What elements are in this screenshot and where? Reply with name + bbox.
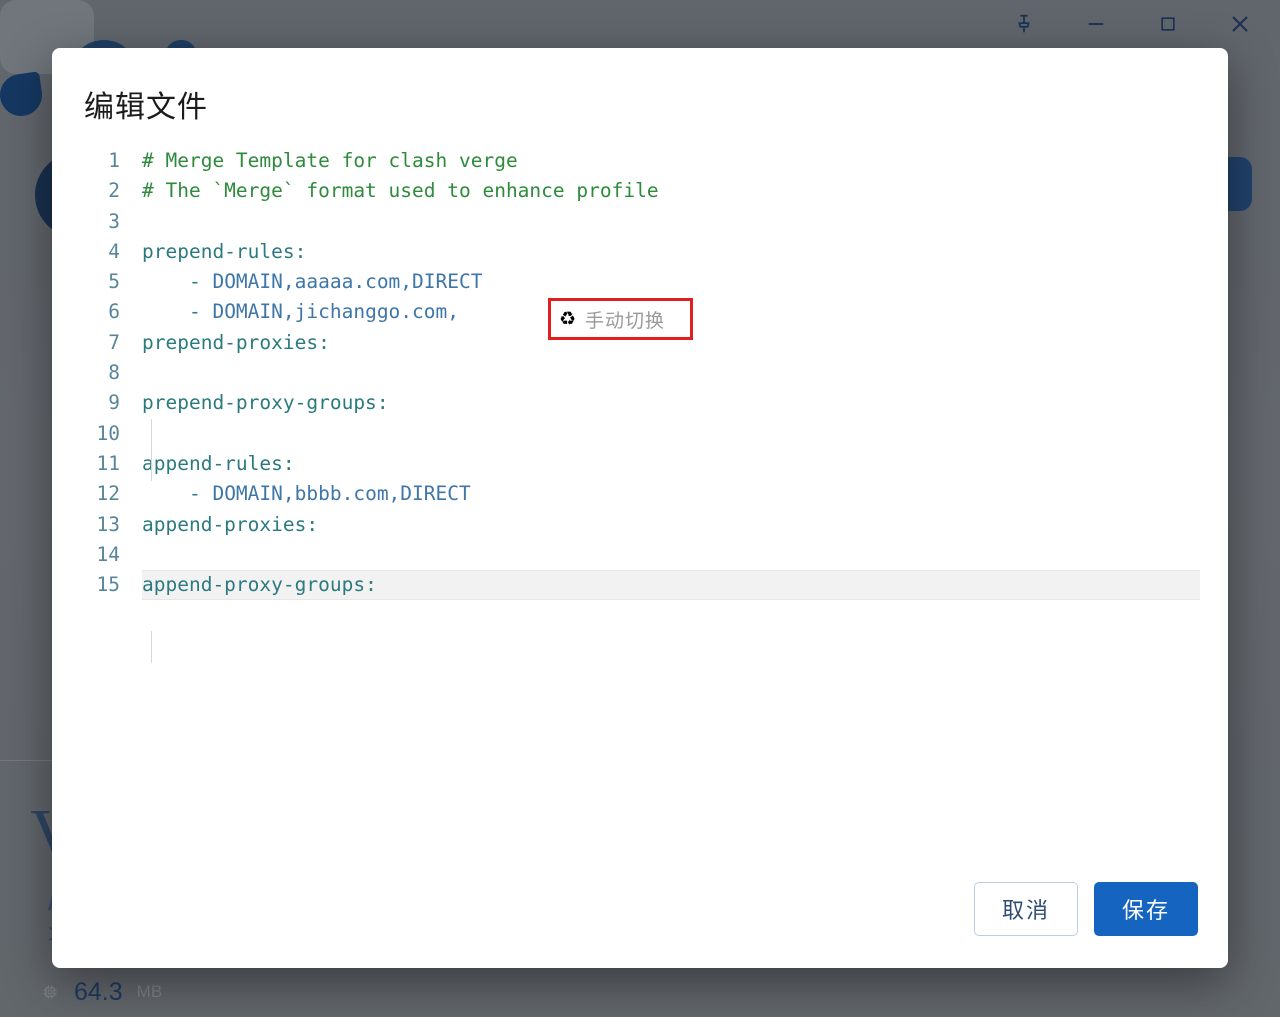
line-number: 5	[80, 267, 142, 297]
line-text: prepend-rules:	[142, 237, 306, 267]
code-line[interactable]: 10	[80, 419, 1200, 449]
code-line[interactable]: 4prepend-rules:	[80, 237, 1200, 267]
line-text: - DOMAIN,aaaaa.com,DIRECT	[142, 267, 482, 297]
line-number: 8	[80, 358, 142, 388]
save-button[interactable]: 保存	[1094, 882, 1198, 936]
dialog-footer: 取消 保存	[52, 882, 1228, 968]
line-number: 13	[80, 510, 142, 540]
code-line[interactable]: 3	[80, 207, 1200, 237]
code-editor[interactable]: 1# Merge Template for clash verge2# The …	[80, 146, 1200, 882]
annotation-label: 手动切换	[585, 306, 665, 333]
cancel-button[interactable]: 取消	[974, 882, 1078, 936]
line-text: - DOMAIN,jichanggo.com,	[142, 297, 459, 327]
line-number: 15	[80, 570, 142, 600]
code-line[interactable]: 15append-proxy-groups:	[80, 570, 1200, 600]
line-text: prepend-proxy-groups:	[142, 388, 389, 418]
code-line[interactable]: 11append-rules:	[80, 449, 1200, 479]
recycle-icon: ♻	[559, 310, 576, 329]
annotation-highlight-box: ♻ 手动切换	[548, 298, 693, 340]
line-text: # The `Merge` format used to enhance pro…	[142, 176, 659, 206]
edit-file-dialog: 编辑文件 1# Merge Template for clash verge2#…	[52, 48, 1228, 968]
line-text: append-proxy-groups:	[142, 570, 377, 600]
code-line[interactable]: 8	[80, 358, 1200, 388]
line-text: prepend-proxies:	[142, 328, 330, 358]
line-number: 4	[80, 237, 142, 267]
line-number: 9	[80, 388, 142, 418]
code-line[interactable]: 9prepend-proxy-groups:	[80, 388, 1200, 418]
code-line[interactable]: 13append-proxies:	[80, 510, 1200, 540]
code-line[interactable]: 2# The `Merge` format used to enhance pr…	[80, 176, 1200, 206]
line-number: 10	[80, 419, 142, 449]
line-number: 12	[80, 479, 142, 509]
line-number: 7	[80, 328, 142, 358]
line-number: 2	[80, 176, 142, 206]
code-content[interactable]: 1# Merge Template for clash verge2# The …	[80, 146, 1200, 600]
line-text: append-proxies:	[142, 510, 318, 540]
line-number: 11	[80, 449, 142, 479]
dialog-title: 编辑文件	[52, 48, 1228, 126]
line-number: 6	[80, 297, 142, 327]
code-line[interactable]: 1# Merge Template for clash verge	[80, 146, 1200, 176]
line-text: - DOMAIN,bbbb.com,DIRECT	[142, 479, 471, 509]
code-line[interactable]: 14	[80, 540, 1200, 570]
code-line[interactable]: 5 - DOMAIN,aaaaa.com,DIRECT	[80, 267, 1200, 297]
indent-guide	[151, 419, 152, 481]
line-number: 1	[80, 146, 142, 176]
line-text: # Merge Template for clash verge	[142, 146, 518, 176]
line-number: 14	[80, 540, 142, 570]
code-line[interactable]: 12 - DOMAIN,bbbb.com,DIRECT	[80, 479, 1200, 509]
line-text: append-rules:	[142, 449, 295, 479]
indent-guide	[151, 631, 152, 663]
line-number: 3	[80, 207, 142, 237]
